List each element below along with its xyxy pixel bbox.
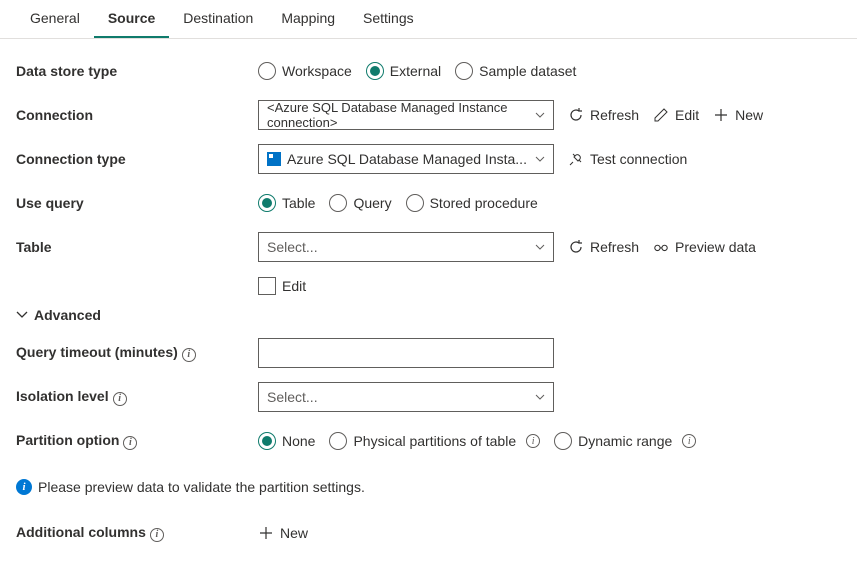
- radio-query[interactable]: Query: [329, 194, 391, 212]
- radio-label: Dynamic range: [578, 433, 672, 449]
- radio-stored-procedure[interactable]: Stored procedure: [406, 194, 538, 212]
- test-connection-button[interactable]: Test connection: [568, 151, 687, 167]
- preview-label: Preview data: [675, 239, 756, 255]
- plug-icon: [568, 151, 584, 167]
- radio-label: Stored procedure: [430, 195, 538, 211]
- chevron-down-icon: [535, 156, 545, 162]
- tab-mapping[interactable]: Mapping: [267, 0, 349, 38]
- info-icon[interactable]: i: [123, 436, 137, 450]
- advanced-toggle[interactable]: Advanced: [16, 307, 841, 323]
- radio-table[interactable]: Table: [258, 194, 315, 212]
- refresh-connection-button[interactable]: Refresh: [568, 107, 639, 123]
- radio-label: Sample dataset: [479, 63, 576, 79]
- chevron-down-icon: [535, 244, 545, 250]
- new-connection-button[interactable]: New: [713, 107, 763, 123]
- chevron-down-icon: [535, 394, 545, 400]
- isolation-level-dropdown[interactable]: Select...: [258, 382, 554, 412]
- edit-connection-button[interactable]: Edit: [653, 107, 699, 123]
- radio-label: Table: [282, 195, 315, 211]
- connection-type-dropdown[interactable]: Azure SQL Database Managed Insta...: [258, 144, 554, 174]
- connection-dropdown[interactable]: <Azure SQL Database Managed Instance con…: [258, 100, 554, 130]
- database-icon: [267, 152, 281, 166]
- refresh-table-button[interactable]: Refresh: [568, 239, 639, 255]
- info-icon[interactable]: i: [526, 434, 540, 448]
- radio-partition-none[interactable]: None: [258, 432, 315, 450]
- chevron-down-icon: [16, 311, 28, 319]
- tab-general[interactable]: General: [16, 0, 94, 38]
- label-partition-option: Partition optioni: [16, 432, 258, 450]
- query-timeout-input[interactable]: [258, 338, 554, 368]
- radio-label: Physical partitions of table: [353, 433, 516, 449]
- partition-info-message: i Please preview data to validate the pa…: [16, 479, 841, 495]
- test-label: Test connection: [590, 151, 687, 167]
- edit-icon: [653, 107, 669, 123]
- label-isolation-level: Isolation leveli: [16, 388, 258, 406]
- label-data-store-type: Data store type: [16, 63, 258, 79]
- preview-data-button[interactable]: Preview data: [653, 239, 756, 255]
- glasses-icon: [653, 239, 669, 255]
- new-label: New: [280, 525, 308, 541]
- label-use-query: Use query: [16, 195, 258, 211]
- label-query-timeout: Query timeout (minutes)i: [16, 344, 258, 362]
- table-dropdown[interactable]: Select...: [258, 232, 554, 262]
- plus-icon: [713, 107, 729, 123]
- radio-sample-dataset[interactable]: Sample dataset: [455, 62, 576, 80]
- radio-workspace[interactable]: Workspace: [258, 62, 352, 80]
- table-placeholder: Select...: [267, 239, 318, 255]
- plus-icon: [258, 525, 274, 541]
- new-column-button[interactable]: New: [258, 525, 308, 541]
- radio-label: Query: [353, 195, 391, 211]
- tab-source[interactable]: Source: [94, 0, 169, 38]
- radio-label: Workspace: [282, 63, 352, 79]
- label-additional-columns: Additional columnsi: [16, 524, 258, 542]
- radio-partition-dynamic[interactable]: Dynamic range i: [554, 432, 696, 450]
- tab-settings[interactable]: Settings: [349, 0, 428, 38]
- info-filled-icon: i: [16, 479, 32, 495]
- connection-value: <Azure SQL Database Managed Instance con…: [267, 100, 535, 130]
- chevron-down-icon: [535, 112, 545, 118]
- new-label: New: [735, 107, 763, 123]
- refresh-label: Refresh: [590, 107, 639, 123]
- radio-label: External: [390, 63, 441, 79]
- info-icon[interactable]: i: [682, 434, 696, 448]
- info-icon[interactable]: i: [113, 392, 127, 406]
- advanced-label: Advanced: [34, 307, 101, 323]
- info-icon[interactable]: i: [150, 528, 164, 542]
- connection-type-value: Azure SQL Database Managed Insta...: [287, 151, 527, 167]
- info-icon[interactable]: i: [182, 348, 196, 362]
- isolation-placeholder: Select...: [267, 389, 318, 405]
- label-table: Table: [16, 239, 258, 255]
- info-text: Please preview data to validate the part…: [38, 479, 365, 495]
- refresh-label: Refresh: [590, 239, 639, 255]
- edit-table-checkbox[interactable]: [258, 277, 276, 295]
- radio-partition-physical[interactable]: Physical partitions of table i: [329, 432, 540, 450]
- radio-external[interactable]: External: [366, 62, 441, 80]
- tab-destination[interactable]: Destination: [169, 0, 267, 38]
- refresh-icon: [568, 107, 584, 123]
- radio-label: None: [282, 433, 315, 449]
- refresh-icon: [568, 239, 584, 255]
- label-connection-type: Connection type: [16, 151, 258, 167]
- label-connection: Connection: [16, 107, 258, 123]
- tab-bar: General Source Destination Mapping Setti…: [0, 0, 857, 39]
- edit-label: Edit: [675, 107, 699, 123]
- edit-table-label: Edit: [282, 278, 306, 294]
